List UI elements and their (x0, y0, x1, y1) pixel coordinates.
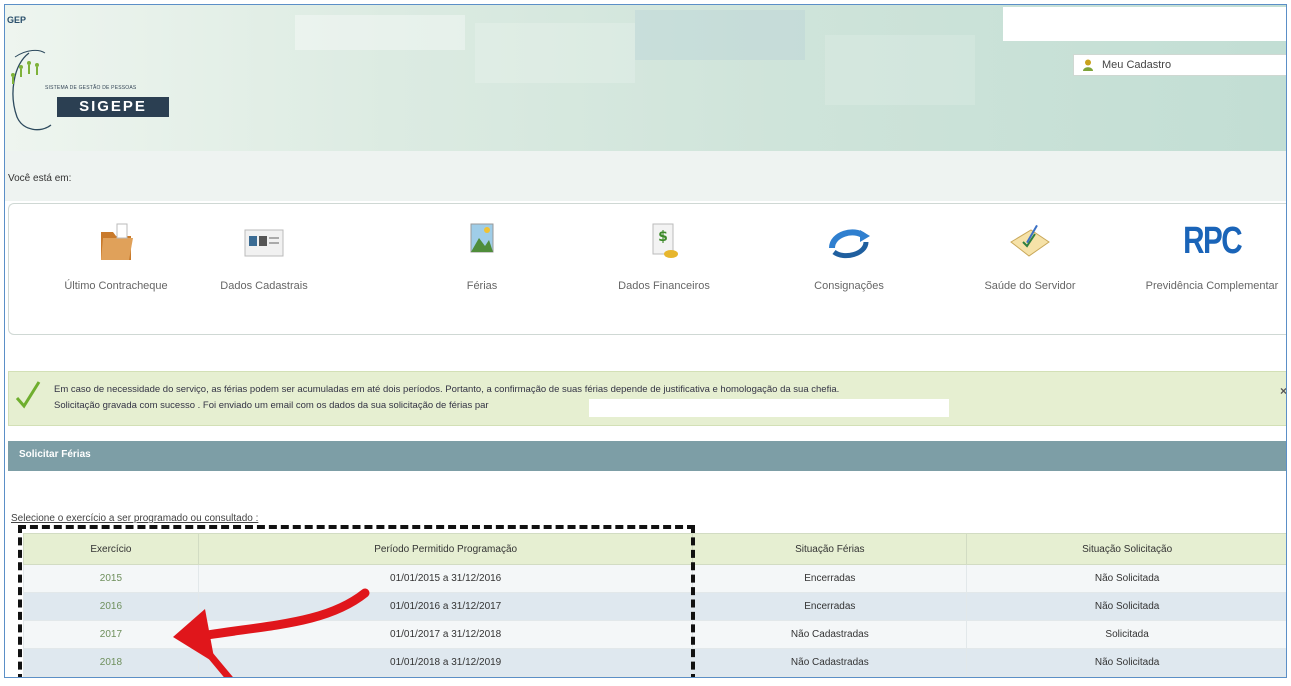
logo-caption: SISTEMA DE GESTÃO DE PESSOAS (45, 85, 137, 91)
meu-cadastro-label: Meu Cadastro (1102, 59, 1172, 71)
exercicio-link[interactable]: 2017 (23, 620, 199, 649)
user-icon (1083, 59, 1093, 71)
shortcut-saude-servidor[interactable]: Saúde do Servidor (955, 220, 1105, 292)
shortcut-dados-financeiros[interactable]: $ Dados Financeiros (589, 220, 739, 292)
col-header-exercicio[interactable]: Exercício (23, 533, 199, 565)
situacao-ferias-cell: Não Cadastradas (692, 648, 968, 677)
col-header-periodo[interactable]: Período Permitido Programação (197, 533, 694, 565)
periodo-cell: 01/01/2016 a 31/12/2017 (197, 592, 694, 621)
breadcrumb: Você está em: (5, 151, 1286, 201)
check-icon (15, 381, 41, 409)
landscape-icon (470, 223, 494, 253)
col-header-situacao-ferias[interactable]: Situação Férias (692, 533, 968, 565)
rpc-logo: RPC (1137, 220, 1286, 262)
success-message: Em caso de necessidade do serviço, as fé… (8, 371, 1286, 426)
id-card-icon (244, 229, 284, 257)
shortcut-ultimo-contracheque[interactable]: Último Contracheque (41, 220, 191, 292)
arrow-loop-icon (829, 229, 870, 259)
close-message-button[interactable]: × (1280, 384, 1286, 398)
shortcut-consignacoes[interactable]: Consignações (774, 220, 924, 292)
rpc-logo-text: RPC (1183, 220, 1242, 262)
table-header-row: Exercício Período Permitido Programação … (23, 533, 1286, 565)
shortcut-label: Férias (466, 280, 498, 292)
checklist-icon (1010, 224, 1050, 257)
table-row[interactable]: 2017 01/01/2017 a 31/12/2018 Não Cadastr… (23, 620, 1286, 649)
message-line-1: Em caso de necessidade do serviço, as fé… (54, 384, 840, 395)
section-header: Solicitar Férias (8, 441, 1286, 471)
select-prompt: Selecione o exercício a ser programado o… (11, 513, 259, 524)
logo-name: SIGEPE (57, 97, 169, 117)
shortcut-label: Previdência Complementar (1145, 280, 1279, 292)
shortcut-previdencia-complementar[interactable]: RPC Previdência Complementar (1137, 220, 1286, 292)
shortcut-label: Consignações (814, 280, 884, 292)
table-row[interactable]: 2016 01/01/2016 a 31/12/2017 Encerradas … (23, 592, 1286, 621)
shortcut-label: Dados Cadastrais (220, 280, 308, 292)
shortcut-dados-cadastrais[interactable]: Dados Cadastrais (189, 220, 339, 292)
exercicio-link[interactable]: 2015 (23, 564, 199, 593)
svg-text:$: $ (658, 229, 668, 245)
shortcut-ferias[interactable]: Férias (407, 220, 557, 292)
table-row[interactable]: 2015 01/01/2015 a 31/12/2016 Encerradas … (23, 564, 1286, 593)
periodo-cell: 01/01/2015 a 31/12/2016 (197, 564, 694, 593)
table-row[interactable]: 2018 01/01/2018 a 31/12/2019 Não Cadastr… (23, 648, 1286, 677)
header-banner: GEP SISTEMA DE GESTÃO DE PESSOAS SIGEPE … (5, 5, 1286, 151)
section-title: Solicitar Férias (19, 449, 91, 460)
situacao-solicitacao-cell: Não Solicitada (966, 592, 1286, 621)
breadcrumb-label: Você está em: (8, 173, 72, 184)
exercicio-link[interactable]: 2016 (23, 592, 199, 621)
money-icon: $ (652, 223, 678, 258)
periodo-cell: 01/01/2018 a 31/12/2019 (197, 648, 694, 677)
situacao-solicitacao-cell: Solicitada (966, 620, 1286, 649)
top-search-field[interactable] (1003, 7, 1286, 41)
folder-icon (101, 223, 133, 260)
page: GEP SISTEMA DE GESTÃO DE PESSOAS SIGEPE … (4, 4, 1287, 678)
shortcut-label: Dados Financeiros (618, 280, 710, 292)
meu-cadastro-link[interactable]: Meu Cadastro (1073, 54, 1286, 76)
redacted-email (589, 399, 949, 417)
situacao-ferias-cell: Não Cadastradas (692, 620, 968, 649)
shortcut-label: Saúde do Servidor (984, 280, 1076, 292)
shortcuts-panel: Último Contracheque Dados Cadastrais Fér… (8, 203, 1286, 335)
periodo-cell: 01/01/2017 a 31/12/2018 (197, 620, 694, 649)
situacao-solicitacao-cell: Não Solicitada (966, 564, 1286, 593)
situacao-ferias-cell: Encerradas (692, 564, 968, 593)
exercicio-link[interactable]: 2018 (23, 648, 199, 677)
shortcut-label: Último Contracheque (64, 280, 168, 292)
exercicio-table: Exercício Período Permitido Programação … (23, 533, 1286, 677)
col-header-situacao-solicitacao[interactable]: Situação Solicitação (966, 533, 1286, 565)
message-line-2: Solicitação gravada com sucesso . Foi en… (54, 400, 489, 411)
situacao-solicitacao-cell: Não Solicitada (966, 648, 1286, 677)
situacao-ferias-cell: Encerradas (692, 592, 968, 621)
app-code: GEP (7, 15, 27, 25)
